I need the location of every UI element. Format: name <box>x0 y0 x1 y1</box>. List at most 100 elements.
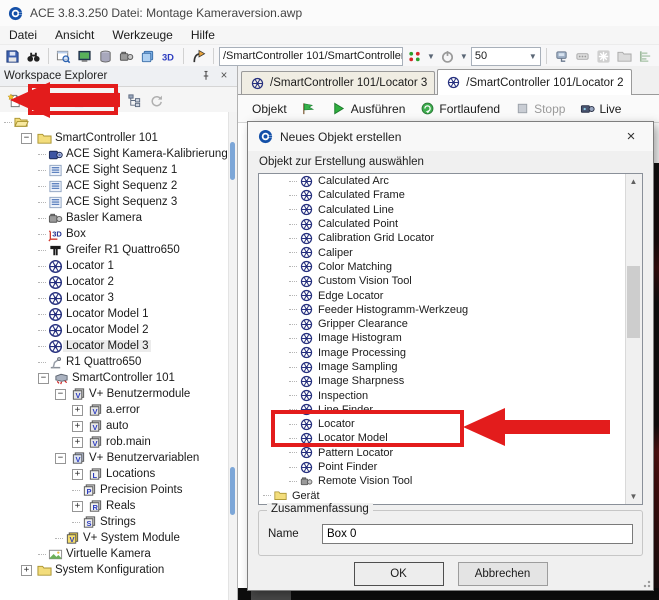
pin-icon[interactable] <box>197 68 215 84</box>
layers-button[interactable] <box>138 47 157 65</box>
camera-button[interactable] <box>117 47 136 65</box>
delete-button[interactable] <box>49 91 68 109</box>
expand-minus-icon[interactable]: − <box>55 389 66 400</box>
object-type-line-finder[interactable]: Line Finder <box>259 403 642 417</box>
tree-item-item[interactable] <box>0 114 229 130</box>
controller-path-combo[interactable]: /SmartController 101/SmartController 101… <box>219 47 403 66</box>
copy-button[interactable] <box>71 91 90 109</box>
refresh-button[interactable] <box>147 91 166 109</box>
object-type-image-histogram[interactable]: Image Histogram <box>259 331 642 345</box>
tree-item-rob-main[interactable]: +Vrob.main <box>0 434 229 450</box>
monitor-button[interactable] <box>75 47 94 65</box>
tree-item-auto[interactable]: +Vauto <box>0 418 229 434</box>
menu-ansicht[interactable]: Ansicht <box>46 27 103 43</box>
tree-item-basler-kamera[interactable]: Basler Kamera <box>0 210 229 226</box>
tree-item-v-system-module[interactable]: VV+ System Module <box>0 530 229 546</box>
tree-item-smartcontroller-101[interactable]: −SmartController 101 <box>0 130 229 146</box>
object-type-remote-vision-tool[interactable]: Remote Vision Tool <box>259 474 642 488</box>
object-type-locator[interactable]: Locator <box>259 417 642 431</box>
new-object-button[interactable] <box>5 91 24 109</box>
tree-item-ace-sight-sequenz-1[interactable]: ACE Sight Sequenz 1 <box>0 162 229 178</box>
tree-item-virtuelle-kamera[interactable]: Virtuelle Kamera <box>0 546 229 562</box>
object-type-calculated-arc[interactable]: Calculated Arc <box>259 174 642 188</box>
connect-button[interactable] <box>405 47 424 65</box>
nav-arrow-button[interactable] <box>189 47 208 65</box>
workspace-scrollbar[interactable] <box>228 112 237 600</box>
object-type-inspection[interactable]: Inspection <box>259 388 642 402</box>
tree-item-v-benutzervariablen[interactable]: −VV+ Benutzervariablen <box>0 450 229 466</box>
tree-item-locator-3[interactable]: Locator 3 <box>0 290 229 306</box>
edit-doc-button[interactable] <box>27 91 46 109</box>
tree-item-smartcontroller-101[interactable]: −SmartController 101 <box>0 370 229 386</box>
find-button[interactable] <box>24 47 43 65</box>
object-type-feeder-histogramm-werkzeug[interactable]: Feeder Histogramm-Werkzeug <box>259 303 642 317</box>
scrollbar-thumb[interactable] <box>230 142 235 180</box>
tab-smartcontroller-101-locator-2[interactable]: /SmartController 101/Locator 2 <box>437 69 631 95</box>
ausf-hren-button[interactable]: Ausführen <box>326 99 411 119</box>
tree-item-precision-points[interactable]: PPrecision Points <box>0 482 229 498</box>
tree-item-box[interactable]: 3DBox <box>0 226 229 242</box>
list-scrollbar[interactable]: ▲ ▼ <box>625 174 642 504</box>
object-type-point-finder[interactable]: Point Finder <box>259 460 642 474</box>
expand-plus-icon[interactable]: + <box>72 405 83 416</box>
objekt-menu[interactable]: Objekt <box>247 100 292 118</box>
object-type-calibration-grid-locator[interactable]: Calibration Grid Locator <box>259 231 642 245</box>
ok-button[interactable]: OK <box>354 562 444 586</box>
object-type-gripper-clearance[interactable]: Gripper Clearance <box>259 317 642 331</box>
folder-gray-button[interactable] <box>615 47 634 65</box>
object-type-image-sharpness[interactable]: Image Sharpness <box>259 374 642 388</box>
menu-werkzeuge[interactable]: Werkzeuge <box>103 27 181 43</box>
scroll-up-icon[interactable]: ▲ <box>626 174 641 189</box>
expand-plus-icon[interactable]: + <box>72 421 83 432</box>
tree-item-locator-model-2[interactable]: Locator Model 2 <box>0 322 229 338</box>
io-connector-button[interactable] <box>573 47 592 65</box>
search-window-button[interactable] <box>54 47 73 65</box>
tree-item-greifer-r1-quattro650[interactable]: Greifer R1 Quattro650 <box>0 242 229 258</box>
database-button[interactable] <box>96 47 115 65</box>
tree-item-v-benutzermodule[interactable]: −VV+ Benutzermodule <box>0 386 229 402</box>
tab-smartcontroller-101-locator-3[interactable]: /SmartController 101/Locator 3 <box>241 71 435 94</box>
tree-item-ace-sight-sequenz-2[interactable]: ACE Sight Sequenz 2 <box>0 178 229 194</box>
expand-plus-icon[interactable]: + <box>72 469 83 480</box>
dialog-title-bar[interactable]: Neues Objekt erstellen × <box>248 122 653 151</box>
tree-item-locator-2[interactable]: Locator 2 <box>0 274 229 290</box>
expand-minus-icon[interactable]: − <box>38 373 49 384</box>
tree-item-strings[interactable]: SStrings <box>0 514 229 530</box>
expand-plus-icon[interactable]: + <box>72 437 83 448</box>
tree-item-ace-sight-kamera-kalibrierung[interactable]: ACE Sight Kamera-Kalibrierung <box>0 146 229 162</box>
object-type-color-matching[interactable]: Color Matching <box>259 260 642 274</box>
tree-item-system-konfiguration[interactable]: +System Konfiguration <box>0 562 229 578</box>
profiler-button[interactable] <box>636 47 655 65</box>
snowflake-button[interactable] <box>594 47 613 65</box>
dialog-close-icon[interactable]: × <box>618 126 644 148</box>
tree-item-locator-model-1[interactable]: Locator Model 1 <box>0 306 229 322</box>
tree-item-reals[interactable]: +RReals <box>0 498 229 514</box>
live-button[interactable]: Live <box>574 99 626 119</box>
object-type-calculated-line[interactable]: Calculated Line <box>259 203 642 217</box>
object-type-locator-model[interactable]: Locator Model <box>259 431 642 445</box>
tree-item-ace-sight-sequenz-3[interactable]: ACE Sight Sequenz 3 <box>0 194 229 210</box>
expand-minus-icon[interactable]: − <box>55 453 66 464</box>
object-type-calculated-point[interactable]: Calculated Point <box>259 217 642 231</box>
menu-datei[interactable]: Datei <box>0 27 46 43</box>
expand-plus-icon[interactable]: + <box>72 501 83 512</box>
object-type-calculated-frame[interactable]: Calculated Frame <box>259 188 642 202</box>
object-type-image-sampling[interactable]: Image Sampling <box>259 360 642 374</box>
scroll-down-icon[interactable]: ▼ <box>626 489 641 504</box>
close-panel-icon[interactable]: × <box>215 68 233 84</box>
object-type-caliper[interactable]: Caliper <box>259 245 642 259</box>
tree-item-r1-quattro650[interactable]: R1 Quattro650 <box>0 354 229 370</box>
power-button[interactable] <box>438 47 457 65</box>
cancel-button[interactable]: Abbrechen <box>458 562 548 586</box>
object-type-pattern-locator[interactable]: Pattern Locator <box>259 446 642 460</box>
tree-item-a-error[interactable]: +Va.error <box>0 402 229 418</box>
save-button[interactable] <box>3 47 22 65</box>
object-type-ger-t[interactable]: Gerät <box>259 489 642 503</box>
name-input[interactable] <box>322 524 633 544</box>
tree-item-locator-1[interactable]: Locator 1 <box>0 258 229 274</box>
flag-button[interactable] <box>296 99 322 119</box>
pendant-button[interactable] <box>552 47 571 65</box>
stopp-button[interactable]: Stopp <box>509 99 570 119</box>
tree-item-locator-model-3[interactable]: Locator Model 3 <box>0 338 229 354</box>
resize-grip[interactable] <box>641 578 651 588</box>
